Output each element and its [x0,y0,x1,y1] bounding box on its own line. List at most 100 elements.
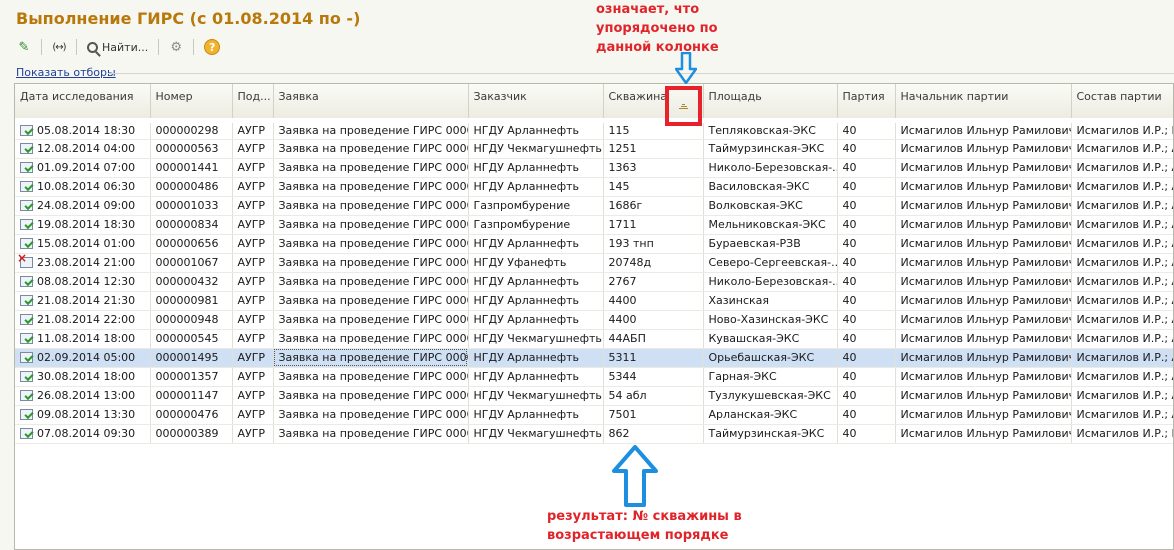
table-cell[interactable]: АУГР [232,253,274,273]
table-cell[interactable]: Исмагилов Ильнур Рамилович [895,234,1072,254]
parentheses-button[interactable]: (↔) [49,37,69,57]
table-cell[interactable]: 21.08.2014 22:00 [15,310,151,330]
table-cell[interactable]: НГДУ Арланнефть [468,291,604,311]
table-cell[interactable]: Исмагилов И.Р.; Ар [1071,234,1173,254]
table-cell[interactable]: 40 [837,329,896,349]
table-cell[interactable]: АУГР [232,310,274,330]
table-cell[interactable]: Исмагилов И.Р.; Ар [1071,405,1173,425]
column-header[interactable]: Заявка [273,84,469,121]
table-cell[interactable]: 40 [837,424,896,444]
table-cell[interactable]: Исмагилов И.Р.; Ар [1071,253,1173,273]
table-cell[interactable]: Исмагилов И.Р.; Ар [1071,158,1173,178]
table-cell[interactable]: 01.09.2014 07:00 [15,158,151,178]
table-cell[interactable]: 4400 [603,291,704,311]
table-cell[interactable]: 145 [603,177,704,197]
column-header[interactable]: Заказчик [468,84,604,121]
table-cell[interactable]: 40 [837,291,896,311]
table-cell[interactable]: 12.08.2014 04:00 [15,139,151,159]
table-cell[interactable]: 40 [837,405,896,425]
table-cell[interactable]: НГДУ Арланнефть [468,117,604,140]
table-cell[interactable]: 000000432 [150,272,233,292]
table-row[interactable]: 21.08.2014 22:00 000000948 АУГР Заявка на п… [15,310,1173,330]
table-cell[interactable]: НГДУ Уфанефть [468,253,604,273]
table-cell[interactable]: Исмагилов Ильнур Рамилович [895,386,1072,406]
table-cell[interactable]: 1363 [603,158,704,178]
table-cell[interactable]: Исмагилов И.Р.; Ар [1071,348,1173,368]
table-cell[interactable]: 40 [837,158,896,178]
table-cell[interactable]: Исмагилов И.Р.; Ар [1071,291,1173,311]
table-cell[interactable]: АУГР [232,215,274,235]
table-cell[interactable]: НГДУ Чекмагушнефть [468,386,604,406]
table-cell[interactable]: 2767 [603,272,704,292]
table-cell[interactable]: Исмагилов И.Р.; Ар [1071,310,1173,330]
table-cell[interactable]: Исмагилов Ильнур Рамилович [895,329,1072,349]
table-cell[interactable]: НГДУ Чекмагушнефть [468,424,604,444]
search-button[interactable]: Найти... [84,37,151,57]
table-cell[interactable]: 40 [837,310,896,330]
table-cell[interactable]: Заявка на проведение ГИРС 0000... [273,253,469,273]
table-cell[interactable]: 000000656 [150,234,233,254]
table-cell[interactable]: 000001147 [150,386,233,406]
help-button[interactable]: ? [201,37,223,57]
table-cell[interactable]: 5311 [603,348,704,368]
table-cell[interactable]: 000000298 [150,117,233,140]
table-cell[interactable]: 07.08.2014 09:30 [15,424,151,444]
table-cell[interactable]: НГДУ Арланнефть [468,367,604,387]
table-cell[interactable]: 21.08.2014 21:30 [15,291,151,311]
column-header[interactable]: Под... [232,84,274,121]
table-cell[interactable]: АУГР [232,367,274,387]
table-cell[interactable]: Исмагилов Ильнур Рамилович [895,177,1072,197]
table-cell[interactable]: НГДУ Арланнефть [468,348,604,368]
table-cell[interactable]: АУГР [232,158,274,178]
table-cell[interactable]: Тепляковская-ЭКС [703,117,838,140]
table-cell[interactable]: 40 [837,272,896,292]
table-cell[interactable]: 26.08.2014 13:00 [15,386,151,406]
column-header[interactable]: Дата исследования [15,84,151,121]
table-cell[interactable]: Исмагилов И.Р.; Ар [1071,329,1173,349]
table-cell[interactable]: НГДУ Чекмагушнефть [468,139,604,159]
table-cell[interactable]: 40 [837,253,896,273]
table-row[interactable]: 10.08.2014 06:30 000000486 АУГР Заявка на п… [15,177,1173,197]
table-cell[interactable]: 40 [837,196,896,216]
table-cell[interactable]: АУГР [232,329,274,349]
table-cell[interactable]: 000000389 [150,424,233,444]
table-cell[interactable]: НГДУ Арланнефть [468,310,604,330]
table-cell[interactable]: 000000563 [150,139,233,159]
table-cell[interactable]: Исмагилов Ильнур Рамилович [895,196,1072,216]
table-cell[interactable]: Заявка на проведение ГИРС 0000... [273,348,469,368]
table-cell[interactable]: Орьебашская-ЭКС [703,348,838,368]
table-cell[interactable]: 20748д [603,253,704,273]
table-cell[interactable]: 40 [837,348,896,368]
table-cell[interactable]: 40 [837,117,896,140]
table-cell[interactable]: Бураевская-РЗВ [703,234,838,254]
table-cell[interactable]: 02.09.2014 05:00 [15,348,151,368]
table-cell[interactable]: Исмагилов Ильнур Рамилович [895,424,1072,444]
table-cell[interactable]: Волковская-ЭКС [703,196,838,216]
table-cell[interactable]: Исмагилов Ильнур Рамилович [895,215,1072,235]
table-cell[interactable]: АУГР [232,272,274,292]
table-cell[interactable]: Таймурзинская-ЭКС [703,139,838,159]
table-row[interactable]: 23.08.2014 21:00 000001067 АУГР Заявка на п… [15,253,1173,273]
table-cell[interactable]: 08.08.2014 12:30 [15,272,151,292]
table-cell[interactable]: Заявка на проведение ГИРС 0000... [273,424,469,444]
table-cell[interactable]: Исмагилов Ильнур Рамилович [895,117,1072,140]
table-cell[interactable]: АУГР [232,405,274,425]
table-row[interactable]: 02.09.2014 05:00 000001495 АУГР Заявка на п… [15,348,1173,368]
table-cell[interactable]: 11.08.2014 18:00 [15,329,151,349]
table-row[interactable]: 05.08.2014 18:30 000000298 АУГР Заявка на п… [15,117,1173,140]
table-cell[interactable]: 000000486 [150,177,233,197]
column-header[interactable]: Номер [150,84,233,121]
table-cell[interactable]: Исмагилов И.Р.; Ар [1071,272,1173,292]
table-cell[interactable]: Заявка на проведение ГИРС 0000... [273,196,469,216]
table-cell[interactable]: Тузлукушевская-ЭКС [703,386,838,406]
table-cell[interactable]: 000000834 [150,215,233,235]
column-header[interactable]: Площадь [703,84,838,121]
table-cell[interactable]: Заявка на проведение ГИРС 0000... [273,405,469,425]
table-cell[interactable]: Исмагилов Ильнур Рамилович [895,139,1072,159]
table-cell[interactable]: 05.08.2014 18:30 [15,117,151,140]
table-cell[interactable]: 000000476 [150,405,233,425]
table-cell[interactable]: Исмагилов И.Р.; Ар [1071,386,1173,406]
table-row[interactable]: 12.08.2014 04:00 000000563 АУГР Заявка на п… [15,139,1173,159]
table-cell[interactable]: 000001033 [150,196,233,216]
table-cell[interactable]: НГДУ Арланнефть [468,272,604,292]
